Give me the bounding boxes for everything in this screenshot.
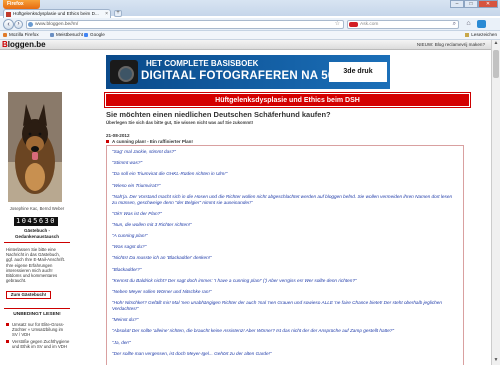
visitor-counter: 1045630 (14, 217, 58, 226)
banner-line-1: HET COMPLETE BASISBOEK (146, 59, 259, 68)
firefox-menu-button[interactable]: Firefox (3, 0, 40, 9)
sidebar-divider (4, 242, 70, 243)
window-controls: – □ ✕ (450, 0, 498, 8)
tab-close-icon[interactable]: × (105, 10, 108, 18)
window-close-button[interactable]: ✕ (478, 0, 498, 8)
post-paragraph: "Da soll ein Triumvirat die GHKL-Rüden r… (112, 171, 228, 177)
post-date: 21-08-2012 (106, 133, 130, 138)
advert-banner[interactable]: HET COMPLETE BASISBOEK DIGITAAL FOTOGRAF… (106, 55, 390, 89)
post-heading[interactable]: A cunning plan! - Ein raffinierter Plan! (106, 139, 193, 144)
bloggen-logo[interactable]: Bloggen.be (2, 40, 46, 50)
bookmark-meistbesucht[interactable]: Meistbesucht (50, 31, 83, 39)
urgent-link[interactable]: Umsatz nur für Elite-Gross-Züchter « Ums… (6, 322, 70, 338)
post-paragraph: "Sag' mal Jackie, stimmt das?" (112, 149, 176, 154)
post-body: "Sag' mal Jackie, stimmt das?" "Stimmt w… (106, 145, 464, 365)
blog-title-bar: Hüftgelenksdysplasie und Ethics beim DSH (104, 92, 471, 108)
bookmark-mozilla-firefox[interactable]: Mozilla Firefox (3, 31, 39, 39)
camera-icon (110, 60, 138, 84)
guestbook-button[interactable]: Zum Gästebuch! (6, 291, 51, 299)
scroll-up-icon[interactable]: ▲ (492, 40, 500, 48)
addon-icon[interactable] (477, 20, 486, 28)
address-bar[interactable]: www.bloggen.be//m/ ☆ (26, 20, 344, 29)
post-paragraph: "Meinst du?" (112, 317, 139, 323)
bookmarks-menu[interactable]: Lesezeichen (465, 31, 497, 39)
post-paragraph: "Hoh! Nitschke!? Gefällt mir! Mal 'nen u… (112, 300, 442, 312)
search-icon[interactable]: ⌕ (453, 21, 456, 28)
photo-caption: Josephine Kac, Bernd Weber (9, 206, 65, 211)
search-box[interactable]: Ask.com ⌕ (347, 20, 459, 29)
urgent-list: Umsatz nur für Elite-Gross-Züchter « Ums… (6, 322, 70, 350)
post-paragraph: "Absolut! Der sollte 'alleine' richten, … (112, 328, 395, 334)
site-identity-icon[interactable] (28, 22, 33, 27)
new-tab-button[interactable]: + (114, 10, 122, 17)
post-paragraph: "A cunning plan!" (112, 233, 148, 239)
post-paragraph: "Stimmt was?" (112, 160, 143, 166)
banner-badge: 3de druk (329, 62, 387, 82)
sidebar-divider (4, 308, 70, 309)
browser-tab-active[interactable]: Hüftgelenksdysplasie und Ethics beim D..… (3, 9, 111, 18)
tab-title: Hüftgelenksdysplasie und Ethics beim D..… (13, 11, 99, 16)
home-icon[interactable]: ⌂ (464, 20, 473, 28)
post-title: Sie möchten einen niedlichen Deutschen S… (106, 110, 331, 119)
navigation-toolbar: ‹ › www.bloggen.be//m/ ☆ Ask.com ⌕ ⌂ (0, 18, 500, 31)
maximize-button[interactable]: □ (464, 0, 478, 8)
address-url: www.bloggen.be/ (35, 22, 72, 27)
web-page: Bloggen.be NIEUW: Blog reclamevrij maken… (0, 40, 491, 365)
minimize-button[interactable]: – (450, 0, 464, 8)
german-shepherd-image (8, 92, 62, 202)
post-paragraph: "Neben Meyer sollen Wörner und Nitschke … (112, 289, 212, 295)
post-paragraph: "Nah'ja. Der Vorstand macht sich in die … (112, 193, 453, 205)
post-paragraph: "Ok!! Was ist der Plan?" (112, 210, 162, 216)
page-scrollbar[interactable]: ▲ ▼ (491, 40, 500, 365)
post-paragraph: "Kennst du Baldrick nicht? Der sagt doch… (112, 277, 357, 283)
back-button[interactable]: ‹ (3, 19, 14, 30)
guestbook-heading: Gästebuch - Gedankenaustausch (14, 228, 59, 239)
left-sidebar: Josephine Kac, Bernd Weber 1045630 Gäste… (4, 92, 70, 365)
urgent-heading: UNBEDINGT LESEN! (13, 312, 61, 317)
post-paragraph: "Wieso ein Triumvirat?" (112, 182, 161, 188)
scrollbar-thumb[interactable] (493, 50, 499, 78)
post-paragraph: "Blackadder?" (112, 266, 142, 272)
bloggen-news-link[interactable]: NIEUW: Blog reclamevrij maken? (417, 40, 485, 50)
bloggen-top-bar: Bloggen.be NIEUW: Blog reclamevrij maken… (0, 40, 491, 50)
post-paragraph: "Nun, die wollen mit 3 Richter richten!" (112, 221, 192, 227)
search-engine-icon[interactable] (349, 22, 358, 27)
urgent-link[interactable]: Verstöße gegen Zuchthygiene und Ethik im… (6, 339, 70, 349)
dog-photo (8, 92, 62, 202)
guestbook-text: Hinterlassen Sie bitte eine Nachricht in… (6, 247, 65, 284)
bookmark-star-icon[interactable]: ☆ (335, 21, 340, 28)
scroll-down-icon[interactable]: ▼ (492, 357, 500, 365)
bookmarks-toolbar: Mozilla Firefox Meistbesucht Google Lese… (0, 31, 500, 40)
banner-line-2: DIGITAAL FOTOGRAFEREN NA 50 (141, 70, 335, 82)
post-subtitle: Überlegen Sie sich das bitte gut, Sie wi… (106, 120, 254, 125)
post-paragraph: "Ja, der!" (112, 339, 131, 345)
post-paragraph: "Was sagst du?" (112, 244, 147, 250)
bookmark-google[interactable]: Google (84, 31, 105, 39)
address-url-path: /m/ (71, 22, 79, 27)
search-placeholder: Ask.com (360, 22, 379, 27)
forward-button[interactable]: › (14, 20, 23, 29)
post-paragraph: "Nichts! Da musste ich an 'Blackadder' d… (112, 255, 212, 261)
favicon-icon (6, 12, 11, 17)
browser-titlebar: Firefox Hüftgelenksdysplasie und Ethics … (0, 0, 500, 18)
post-paragraph: "Der sollte man vergessen, ist doch Meye… (112, 350, 272, 356)
